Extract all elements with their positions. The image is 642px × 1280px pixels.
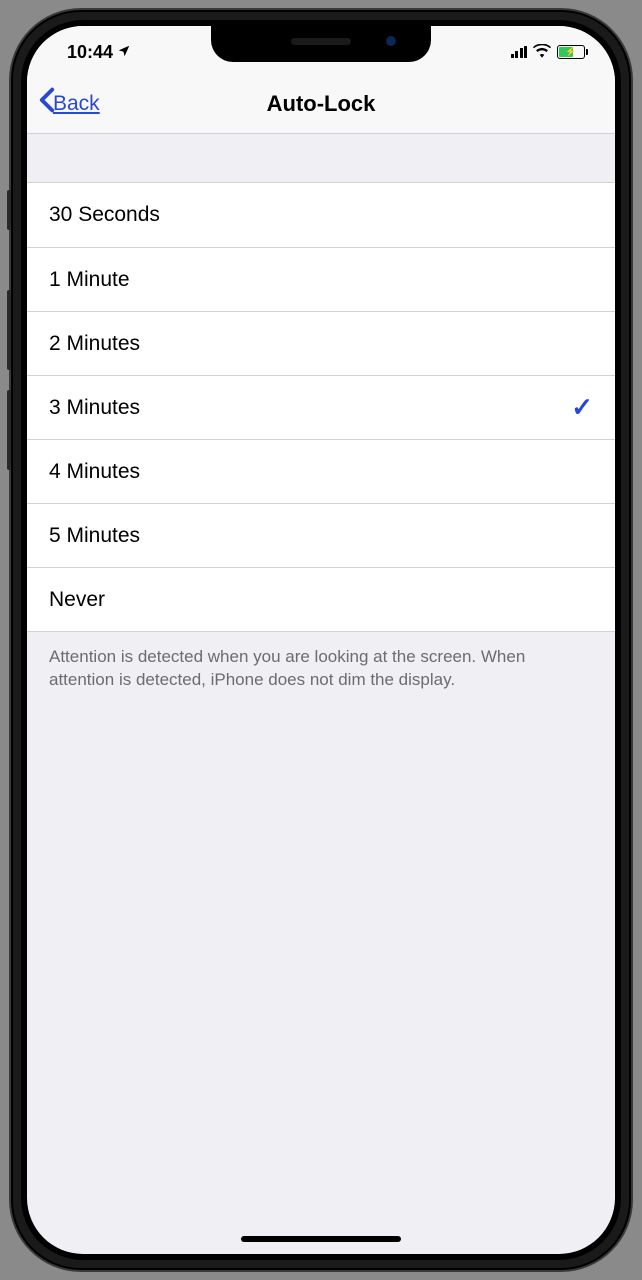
- option-label: Never: [49, 588, 105, 612]
- option-label: 30 Seconds: [49, 203, 160, 227]
- option-label: 2 Minutes: [49, 332, 140, 356]
- option-4-minutes[interactable]: 4 Minutes: [27, 439, 615, 503]
- option-never[interactable]: Never: [27, 567, 615, 631]
- location-services-icon: [117, 44, 131, 61]
- back-label: Back: [53, 92, 100, 116]
- option-label: 3 Minutes: [49, 396, 140, 420]
- option-label: 5 Minutes: [49, 524, 140, 548]
- status-time: 10:44: [67, 42, 113, 63]
- nav-bar: Back Auto-Lock: [27, 74, 615, 134]
- autolock-options-list: 30 Seconds 1 Minute 2 Minutes 3 Minutes …: [27, 182, 615, 632]
- home-indicator[interactable]: [241, 1236, 401, 1242]
- section-spacer: [27, 134, 615, 182]
- phone-inner: 10:44 ⚡: [21, 20, 621, 1260]
- screen: 10:44 ⚡: [27, 26, 615, 1254]
- checkmark-icon: ✓: [571, 392, 593, 423]
- phone-frame: 10:44 ⚡: [11, 10, 631, 1270]
- back-button[interactable]: Back: [39, 87, 100, 120]
- notch: [211, 26, 431, 62]
- option-label: 1 Minute: [49, 268, 130, 292]
- battery-icon: ⚡: [557, 45, 585, 59]
- cellular-signal-icon: [511, 46, 528, 58]
- footer-note: Attention is detected when you are looki…: [27, 632, 615, 706]
- wifi-icon: [533, 42, 551, 63]
- option-5-minutes[interactable]: 5 Minutes: [27, 503, 615, 567]
- option-30-seconds[interactable]: 30 Seconds: [27, 183, 615, 247]
- option-2-minutes[interactable]: 2 Minutes: [27, 311, 615, 375]
- option-1-minute[interactable]: 1 Minute: [27, 247, 615, 311]
- page-title: Auto-Lock: [267, 91, 376, 117]
- status-left: 10:44: [67, 42, 131, 63]
- status-right: ⚡: [511, 42, 586, 63]
- option-label: 4 Minutes: [49, 460, 140, 484]
- option-3-minutes[interactable]: 3 Minutes ✓: [27, 375, 615, 439]
